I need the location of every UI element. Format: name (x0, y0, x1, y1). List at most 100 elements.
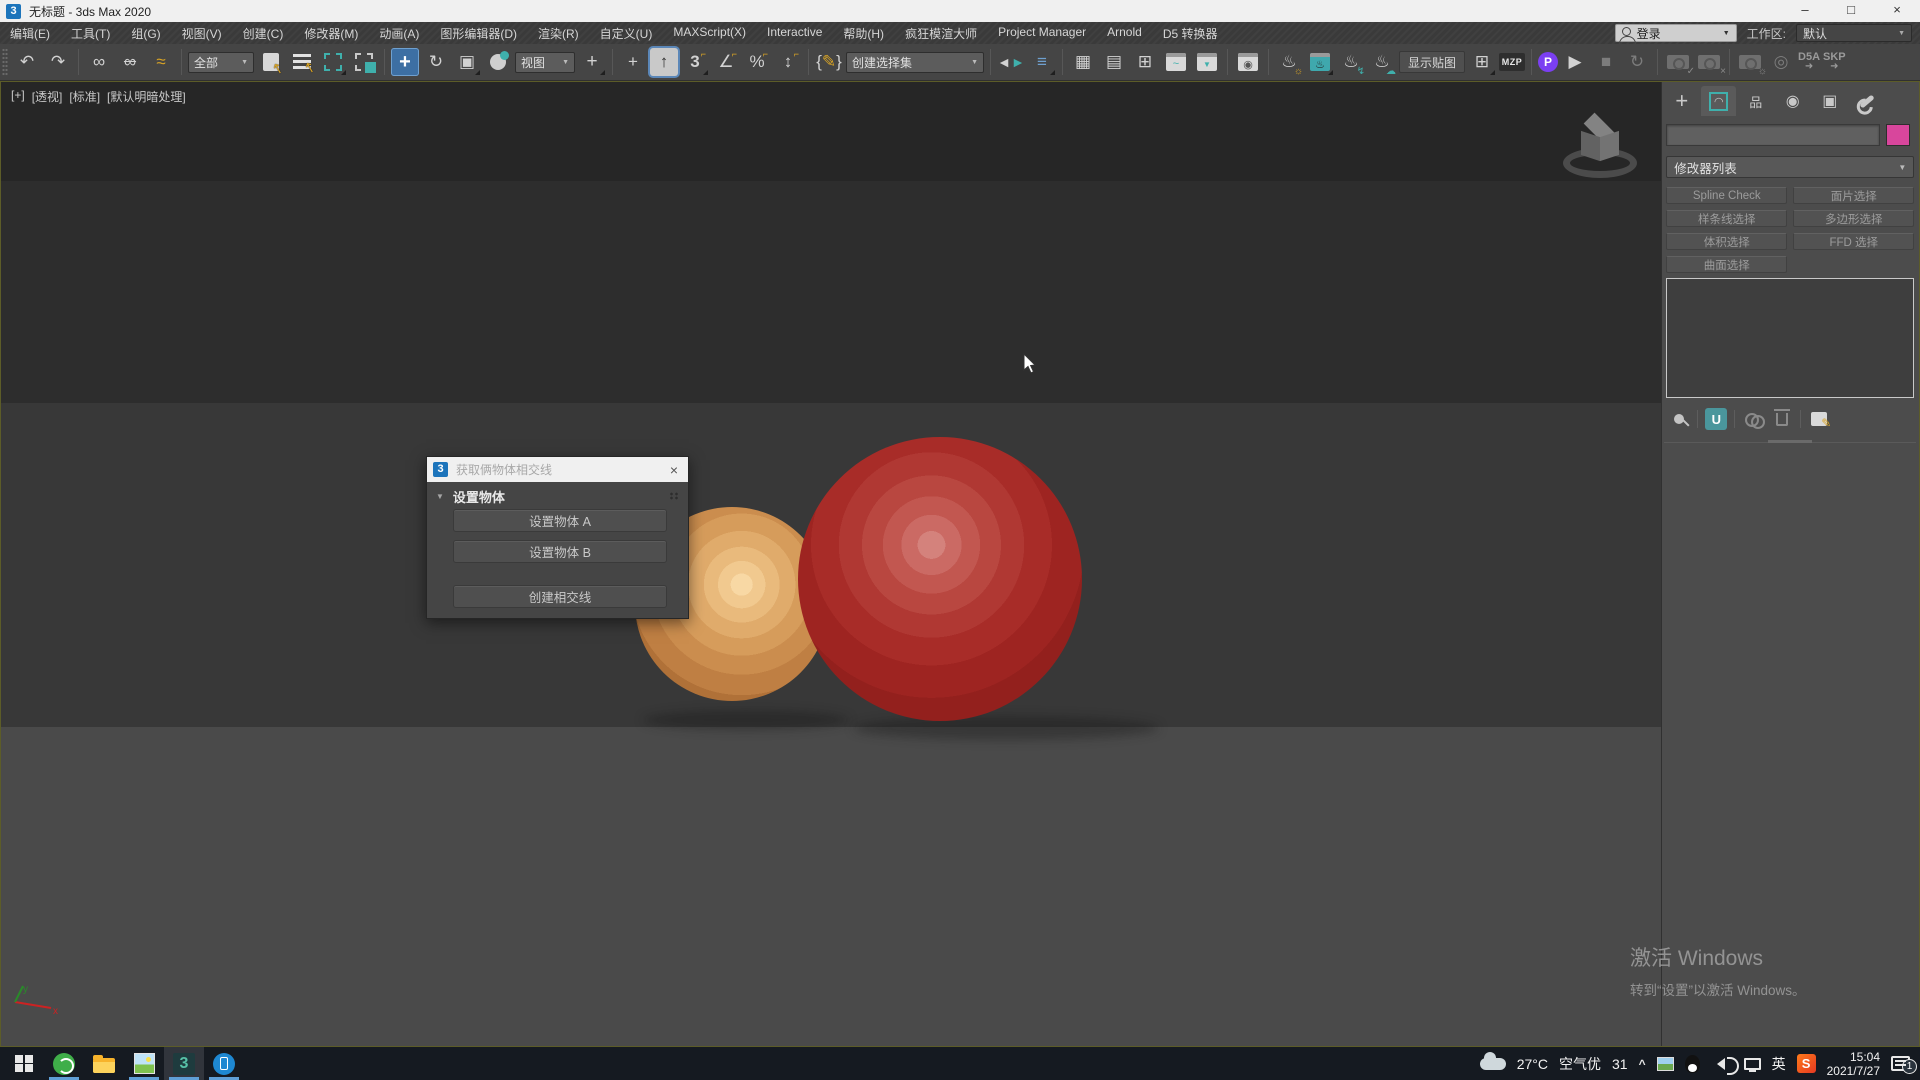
select-place-button[interactable] (484, 48, 512, 76)
tray-image-icon[interactable] (1657, 1057, 1674, 1071)
menu-item-d5-converter[interactable]: D5 转换器 (1163, 25, 1218, 42)
maximize-button[interactable]: □ (1828, 0, 1874, 22)
menu-item-help[interactable]: 帮助(H) (843, 25, 884, 42)
show-map-button[interactable]: 显示贴图 (1399, 51, 1465, 73)
object-name-field[interactable] (1666, 124, 1880, 146)
render-production-button[interactable]: ♨↯ (1337, 48, 1365, 76)
align-button[interactable]: ≡ (1028, 48, 1056, 76)
modifier-button-patch-select[interactable]: 面片选择 (1793, 187, 1914, 204)
red-sphere-object[interactable] (798, 437, 1082, 721)
taskbar-3dsmax-app[interactable]: 3 (164, 1047, 204, 1080)
menu-item-render-master[interactable]: 疯狂模渲大师 (905, 25, 977, 42)
modifier-button-surface-select[interactable]: 曲面选择 (1666, 256, 1787, 273)
curve-editor-button[interactable]: ~ (1162, 48, 1190, 76)
input-method-indicator[interactable]: 英 (1772, 1054, 1786, 1074)
redo-button[interactable]: ↷ (44, 48, 72, 76)
camera-cancel-button[interactable]: × (1695, 48, 1723, 76)
view-cube[interactable] (1559, 112, 1643, 188)
texture-grid-button[interactable]: ⊞ (1468, 48, 1496, 76)
select-manipulate-button[interactable]: + (619, 48, 647, 76)
make-unique-button[interactable] (1742, 408, 1764, 430)
perspective-viewport[interactable]: [+] [透视] [标准] [默认明暗处理] x y (1, 82, 1661, 1046)
tab-hierarchy[interactable]: 品 (1738, 86, 1773, 116)
air-quality-label[interactable]: 空气优 (1559, 1054, 1601, 1074)
tab-display[interactable]: ▣ (1812, 86, 1847, 116)
viewport-menu-general[interactable]: [+] (11, 88, 25, 105)
render-cloud-button[interactable]: ♨☁ (1368, 48, 1396, 76)
bind-spacewarp-button[interactable]: ≈ (147, 48, 175, 76)
selection-region-button[interactable] (319, 48, 347, 76)
modifier-button-spline-check[interactable]: Spline Check (1666, 187, 1787, 204)
taskbar-browser-app[interactable] (44, 1047, 84, 1080)
set-object-a-button[interactable]: 设置物体 A (453, 509, 667, 532)
menu-item-animation[interactable]: 动画(A) (379, 25, 419, 42)
menu-item-tools[interactable]: 工具(T) (71, 25, 110, 42)
menu-item-project-manager[interactable]: Project Manager (998, 25, 1086, 42)
camera-settings-button[interactable]: ☼ (1736, 48, 1764, 76)
d5a-export-button[interactable]: D5A➜ (1798, 52, 1820, 72)
menu-item-modifiers[interactable]: 修改器(M) (304, 25, 358, 42)
modifier-button-spline-select[interactable]: 样条线选择 (1666, 210, 1787, 227)
modifier-button-ffd-select[interactable]: FFD 选择 (1793, 233, 1914, 250)
dialog-title-bar[interactable]: 3 获取俩物体相交线 × (427, 457, 688, 482)
material-editor-button[interactable]: ◉ (1234, 48, 1262, 76)
camera-confirm-button[interactable]: ✓ (1664, 48, 1692, 76)
workspace-dropdown[interactable]: 默认 ▼ (1796, 24, 1912, 42)
refresh-button[interactable]: ↻ (1623, 48, 1651, 76)
qq-icon[interactable] (1685, 1055, 1700, 1073)
tab-utilities[interactable] (1849, 86, 1884, 116)
menu-item-edit[interactable]: 编辑(E) (10, 25, 50, 42)
taskbar-photos-app[interactable] (124, 1047, 164, 1080)
tab-create[interactable]: + (1664, 86, 1699, 116)
minimize-button[interactable]: – (1782, 0, 1828, 22)
select-move-button[interactable]: + (391, 48, 419, 76)
toolbar-drag-handle[interactable] (2, 48, 8, 76)
selection-filter-dropdown[interactable]: 全部 ▼ (188, 52, 254, 73)
hidden-icons-button[interactable]: ^ (1639, 1057, 1646, 1071)
set-object-b-button[interactable]: 设置物体 B (453, 540, 667, 563)
menu-item-group[interactable]: 组(G) (131, 25, 160, 42)
modifier-list-dropdown[interactable]: 修改器列表 ▼ (1666, 156, 1914, 178)
stop-button[interactable]: ■ (1592, 48, 1620, 76)
select-rotate-button[interactable]: ↻ (422, 48, 450, 76)
link-button[interactable]: ∞ (85, 48, 113, 76)
menu-item-maxscript[interactable]: MAXScript(X) (673, 25, 746, 42)
pivot-center-button[interactable]: + (578, 48, 606, 76)
menu-item-interactive[interactable]: Interactive (767, 25, 822, 42)
create-intersection-button[interactable]: 创建相交线 (453, 585, 667, 608)
menu-item-customize[interactable]: 自定义(U) (600, 25, 653, 42)
viewport-menu-shading[interactable]: [默认明暗处理] (107, 88, 186, 105)
notification-center-button[interactable]: 1 (1891, 1056, 1910, 1071)
light-button[interactable]: ◎ (1767, 48, 1795, 76)
mzp-plugin-button[interactable]: MZP (1499, 53, 1525, 71)
unlink-button[interactable]: ∞ (116, 48, 144, 76)
modifier-stack-list[interactable] (1666, 278, 1914, 398)
dialog-close-icon[interactable]: × (666, 462, 682, 478)
layer-manager-button[interactable]: ▤ (1100, 48, 1128, 76)
spinner-snap-button[interactable]: ↕⌐ (774, 48, 802, 76)
select-by-name-button[interactable]: ↖ (288, 48, 316, 76)
select-object-button[interactable]: ↖ (257, 48, 285, 76)
project-manager-button[interactable]: P (1538, 52, 1558, 72)
object-color-swatch[interactable] (1886, 124, 1910, 146)
viewport-menu-standard[interactable]: [标准] (69, 88, 100, 105)
volume-icon[interactable] (1711, 1058, 1725, 1070)
sogou-ime-icon[interactable]: S (1797, 1054, 1816, 1073)
close-button[interactable]: × (1874, 0, 1920, 22)
window-crossing-button[interactable] (350, 48, 378, 76)
taskbar-phone-app[interactable] (204, 1047, 244, 1080)
weather-cloud-icon[interactable] (1480, 1058, 1506, 1070)
mirror-button[interactable]: ◄► (997, 48, 1025, 76)
menu-item-create[interactable]: 创建(C) (243, 25, 284, 42)
menu-item-views[interactable]: 视图(V) (182, 25, 222, 42)
viewport-menu-pov[interactable]: [透视] (32, 88, 63, 105)
rendered-frame-button[interactable]: ♨ (1306, 48, 1334, 76)
render-setup-button[interactable]: ♨☼ (1275, 48, 1303, 76)
menu-item-graph-editors[interactable]: 图形编辑器(D) (440, 25, 517, 42)
taskbar-file-explorer[interactable] (84, 1047, 124, 1080)
percent-snap-button[interactable]: %⌐ (743, 48, 771, 76)
modifier-button-poly-select[interactable]: 多边形选择 (1793, 210, 1914, 227)
angle-snap-button[interactable]: ∠⌐ (712, 48, 740, 76)
ribbon-toggle-button[interactable]: ⊞ (1131, 48, 1159, 76)
aqi-value[interactable]: 31 (1612, 1056, 1628, 1072)
